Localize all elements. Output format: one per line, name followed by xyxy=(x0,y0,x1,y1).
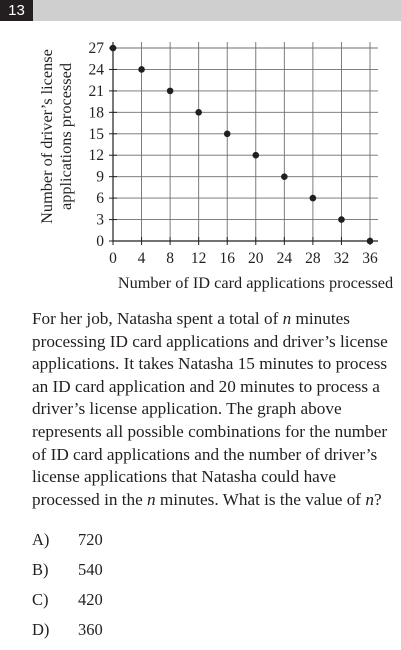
stem-text: ? xyxy=(373,489,382,509)
y-tick-label: 12 xyxy=(89,147,105,164)
data-point xyxy=(166,87,174,95)
data-point xyxy=(195,109,202,116)
choice-a[interactable]: A) 720 xyxy=(32,530,103,560)
scatter-chart: 0 4 8 12 16 20 24 28 32 360369121518212427Number … xyxy=(37,40,393,292)
stem-text: minutes. What is the value of xyxy=(155,489,366,509)
choice-c[interactable]: C) 420 xyxy=(32,590,103,620)
x-tick-label: 4 xyxy=(138,250,146,267)
x-tick-label: 20 xyxy=(248,250,264,267)
x-tick-label: 12 xyxy=(191,250,207,267)
x-tick-label: 8 xyxy=(166,250,174,267)
choice-value: 360 xyxy=(78,620,103,639)
y-tick-label: 6 xyxy=(96,190,104,207)
variable-n: n xyxy=(365,489,374,509)
x-tick-label: 16 xyxy=(219,250,235,267)
variable-n: n xyxy=(282,309,292,328)
question-header-bar xyxy=(0,0,401,21)
variable-n: n xyxy=(147,489,156,509)
data-point xyxy=(223,130,231,138)
data-point xyxy=(338,216,345,223)
question-stem: For her job, Natasha spent a total of n … xyxy=(32,308,392,511)
answer-choices: A) 720 B) 540 C) 420 D) 360 xyxy=(32,530,103,650)
choice-letter: B) xyxy=(32,560,49,579)
y-axis-title-line: Number of driver’s license xyxy=(37,49,56,224)
x-axis-title: Number of ID card applications processed xyxy=(118,273,393,292)
y-tick-label: 0 xyxy=(96,233,104,250)
x-tick-label: 36 xyxy=(362,250,378,267)
choice-d[interactable]: D) 360 xyxy=(32,620,103,650)
y-tick-label: 18 xyxy=(89,104,105,121)
x-tick-label: 0 xyxy=(109,250,117,267)
choice-value: 540 xyxy=(78,560,103,579)
data-point xyxy=(309,194,317,202)
y-axis-title: Number of driver’s licenseapplications p… xyxy=(37,49,75,224)
data-point xyxy=(109,44,117,52)
choice-letter: A) xyxy=(32,530,50,549)
choice-letter: C) xyxy=(32,590,49,609)
data-point xyxy=(281,173,288,180)
choice-value: 420 xyxy=(78,590,103,609)
stem-text: minutes processing ID card applications … xyxy=(32,309,388,509)
choice-b[interactable]: B) 540 xyxy=(32,560,103,590)
data-point xyxy=(366,237,374,245)
data-point xyxy=(252,151,260,159)
y-tick-label: 27 xyxy=(89,40,105,57)
x-tick-label: 24 xyxy=(277,250,293,267)
question-number: 13 xyxy=(0,0,33,21)
y-tick-label: 9 xyxy=(96,169,104,186)
stem-text: For her job, Natasha spent a total of xyxy=(32,309,283,328)
choice-value: 720 xyxy=(78,530,103,549)
y-axis-title-line: applications processed xyxy=(56,63,75,210)
y-tick-label: 3 xyxy=(96,212,104,229)
x-tick-label: 32 xyxy=(334,250,350,267)
y-tick-label: 21 xyxy=(89,83,105,100)
y-tick-label: 24 xyxy=(89,61,105,78)
y-tick-label: 15 xyxy=(89,126,105,143)
choice-letter: D) xyxy=(32,620,50,639)
x-tick-label: 28 xyxy=(305,250,321,267)
data-point xyxy=(138,66,145,73)
